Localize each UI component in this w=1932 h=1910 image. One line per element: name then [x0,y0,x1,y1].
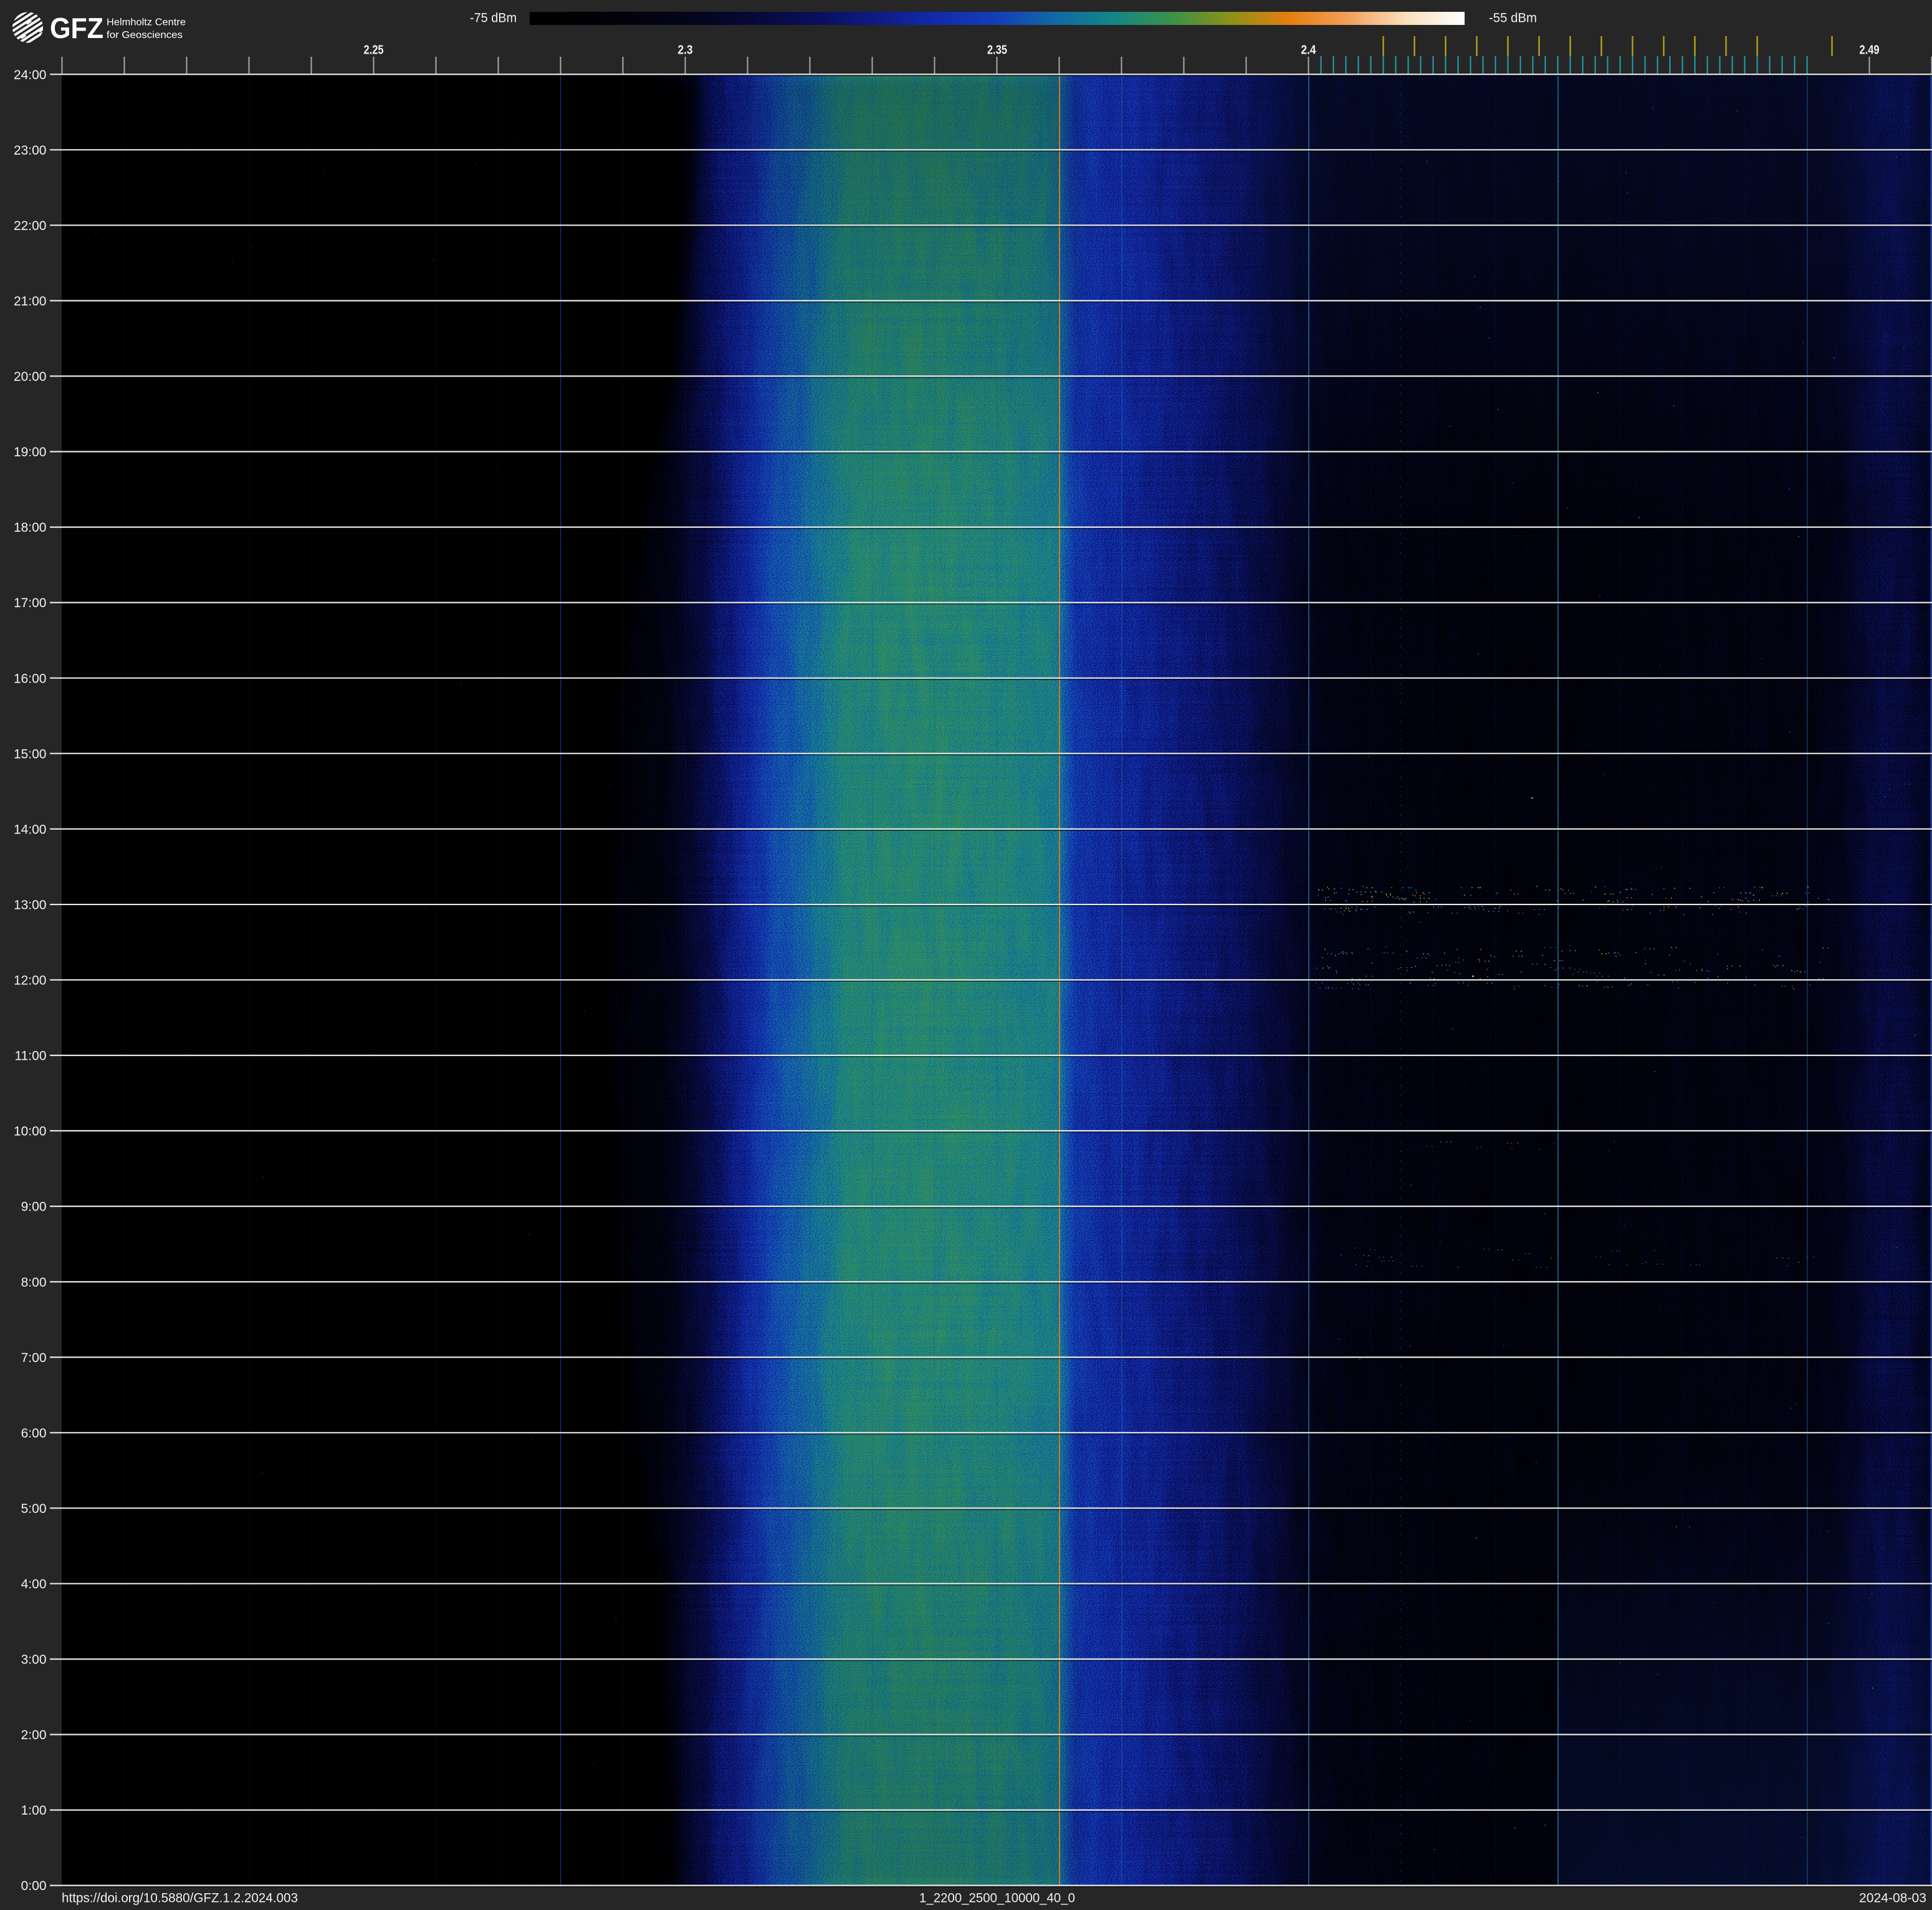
svg-text:1:00: 1:00 [21,1803,47,1818]
svg-text:2024-08-03: 2024-08-03 [1859,1891,1926,1906]
svg-text:20:00: 20:00 [14,370,47,384]
svg-text:14:00: 14:00 [14,822,47,837]
svg-text:2.35: 2.35 [987,44,1007,57]
svg-text:17:00: 17:00 [14,596,47,610]
svg-text:2.4: 2.4 [1301,44,1317,57]
svg-text:https://doi.org/10.5880/GFZ.1.: https://doi.org/10.5880/GFZ.1.2.2024.003 [62,1891,298,1906]
svg-text:9:00: 9:00 [21,1200,47,1214]
svg-text:19:00: 19:00 [14,445,47,459]
svg-text:-55 dBm: -55 dBm [1489,11,1537,26]
svg-text:8:00: 8:00 [21,1275,47,1290]
svg-text:6:00: 6:00 [21,1426,47,1441]
svg-text:11:00: 11:00 [15,1049,47,1063]
svg-text:10:00: 10:00 [14,1125,47,1139]
svg-text:2.49: 2.49 [1860,44,1880,57]
svg-text:7:00: 7:00 [21,1351,47,1365]
svg-text:12:00: 12:00 [14,974,47,988]
svg-text:21:00: 21:00 [14,294,47,309]
svg-text:13:00: 13:00 [14,898,47,913]
svg-text:2:00: 2:00 [21,1728,47,1742]
svg-text:2.25: 2.25 [364,44,384,57]
svg-text:24:00: 24:00 [14,68,47,82]
svg-text:0:00: 0:00 [21,1879,47,1893]
svg-text:Helmholtz Centre: Helmholtz Centre [107,17,186,28]
svg-text:5:00: 5:00 [21,1502,47,1516]
svg-text:4:00: 4:00 [21,1577,47,1591]
svg-text:2.3: 2.3 [678,44,693,57]
svg-text:18:00: 18:00 [14,521,47,535]
svg-text:23:00: 23:00 [14,143,47,158]
svg-text:22:00: 22:00 [14,219,47,233]
svg-text:3:00: 3:00 [21,1653,47,1667]
svg-text:1_2200_2500_10000_40_0: 1_2200_2500_10000_40_0 [919,1891,1075,1906]
svg-text:GFZ: GFZ [50,12,103,44]
svg-text:16:00: 16:00 [14,671,47,686]
svg-text:15:00: 15:00 [14,747,47,761]
svg-text:-75 dBm: -75 dBm [470,11,517,26]
svg-text:for Geosciences: for Geosciences [107,30,183,41]
